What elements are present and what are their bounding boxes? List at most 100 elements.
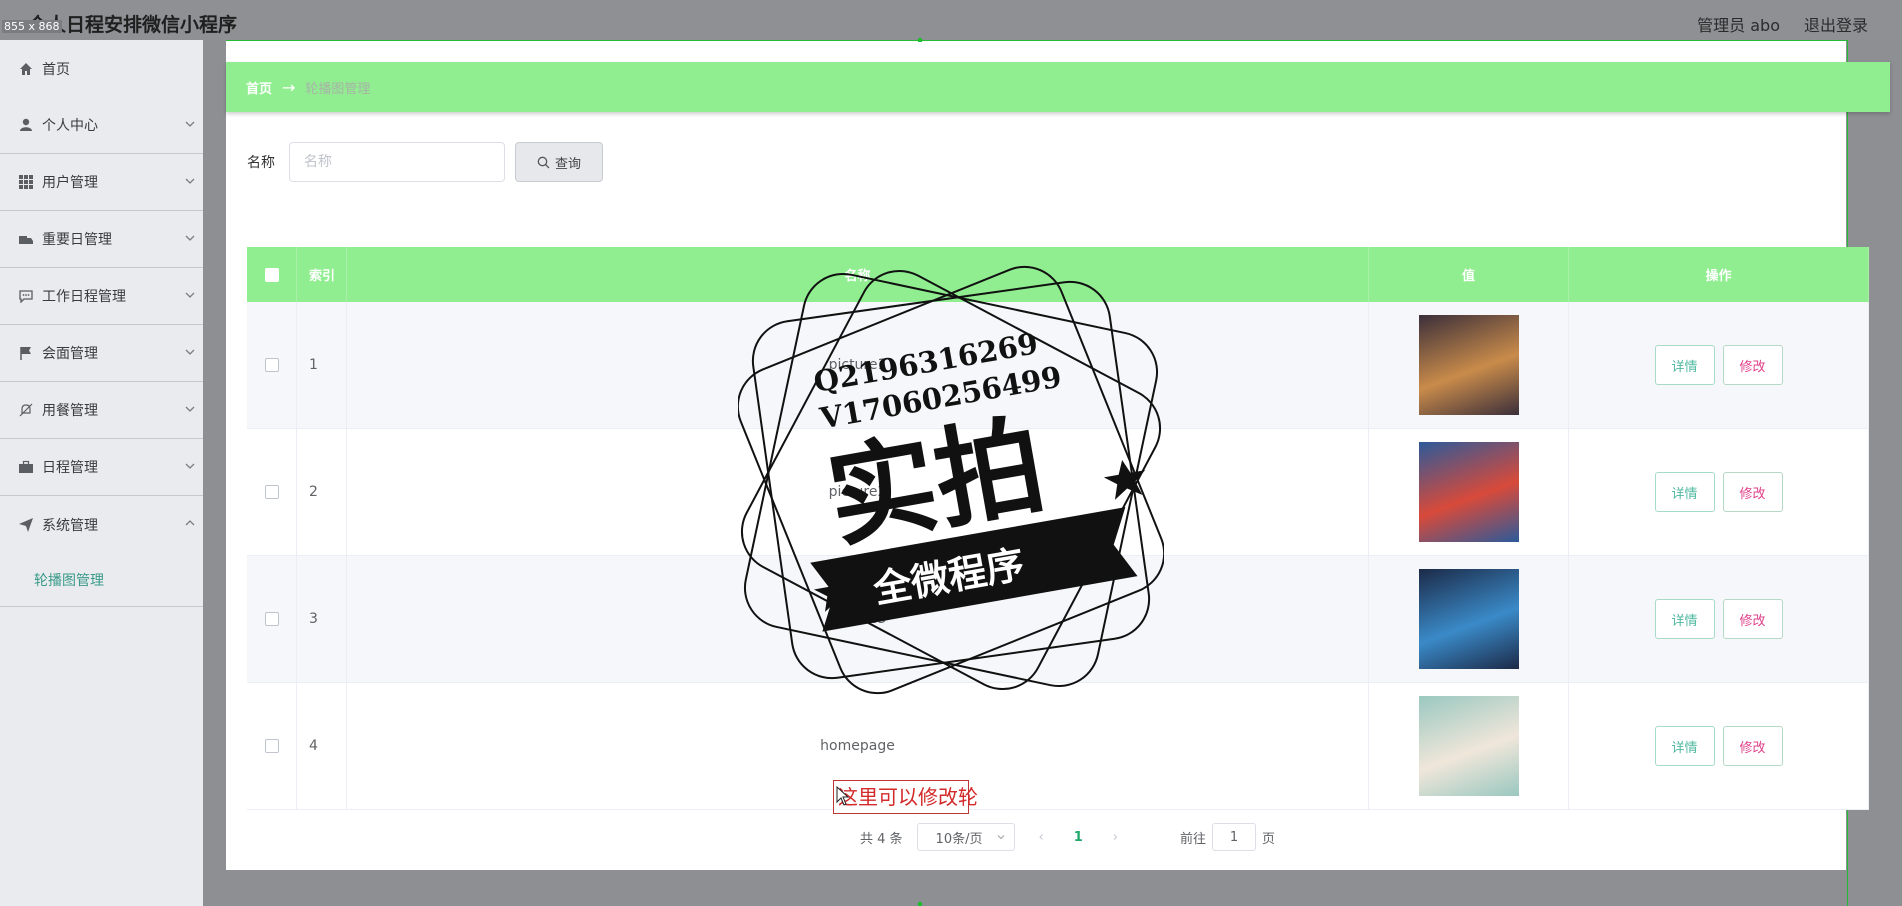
row-checkbox[interactable]	[264, 358, 279, 372]
flag-icon	[18, 345, 34, 361]
row-checkbox[interactable]	[264, 612, 279, 626]
next-page-icon[interactable]: ›	[1113, 830, 1118, 845]
sidebar-item-label: 工作日程管理	[42, 289, 126, 305]
edit-button[interactable]: 修改	[1722, 599, 1783, 639]
pagination: 共 4 条 10条/页 ‹ 1 › 前往 页	[860, 823, 1275, 851]
row-checkbox[interactable]	[264, 485, 279, 499]
detail-button[interactable]: 详情	[1654, 472, 1715, 512]
row-index: 4	[297, 683, 347, 809]
chat-icon	[18, 288, 34, 304]
header-ops: 操作	[1569, 247, 1869, 302]
sidebar-item-label: 个人中心	[42, 118, 98, 134]
detail-button[interactable]: 详情	[1654, 599, 1715, 639]
search-button[interactable]: 查询	[515, 142, 603, 182]
resize-handle[interactable]	[918, 38, 922, 42]
detail-button[interactable]: 详情	[1654, 726, 1715, 766]
search-bar: 名称 查询	[247, 142, 603, 182]
row-index: 2	[297, 429, 347, 555]
sidebar-item-meetings[interactable]: 会面管理	[0, 325, 203, 382]
sidebar-item-label: 首页	[42, 61, 70, 78]
search-input[interactable]	[289, 142, 505, 182]
sidebar-item-system[interactable]: 系统管理	[0, 496, 203, 553]
chevron-down-icon	[185, 463, 195, 469]
edit-button[interactable]: 修改	[1722, 345, 1783, 385]
table-header: 索引 名称 值 操作	[247, 247, 1869, 302]
sidebar-item-home[interactable]: 首页	[0, 40, 203, 97]
search-label: 名称	[247, 155, 275, 171]
briefcase-icon	[18, 459, 34, 475]
sidebar-subitem-label: 轮播图管理	[34, 572, 104, 589]
goto-label: 前往	[1180, 831, 1207, 847]
row-thumbnail[interactable]	[1418, 315, 1519, 415]
sidebar-item-profile[interactable]: 个人中心	[0, 97, 203, 154]
header-name[interactable]: 名称	[347, 247, 1369, 302]
row-thumbnail[interactable]	[1418, 569, 1519, 669]
sidebar-subitem-carousel[interactable]: 轮播图管理	[0, 553, 203, 607]
sidebar-item-label: 重要日管理	[42, 232, 112, 248]
edit-button[interactable]: 修改	[1722, 726, 1783, 766]
breadcrumb-current: 轮播图管理	[305, 81, 371, 97]
breadcrumb: 首页 → 轮播图管理	[226, 62, 1890, 112]
current-user: 管理员 abo	[1697, 16, 1780, 35]
size-tag: 855 x 868	[2, 20, 62, 33]
chevron-down-icon	[185, 349, 195, 355]
current-page[interactable]: 1	[1074, 830, 1083, 845]
header-actions: 管理员 abo 退出登录	[1697, 12, 1868, 36]
sidebar-item-label: 系统管理	[42, 517, 98, 534]
page-size-value: 10条/页	[935, 831, 983, 847]
sidebar-item-dining[interactable]: 用餐管理	[0, 382, 203, 439]
goto-page-input[interactable]	[1212, 823, 1257, 851]
send-icon	[18, 517, 34, 533]
chevron-down-icon	[185, 121, 195, 127]
sidebar: 首页 个人中心 用户管理 重要日管理 工作日程管理 会面管理 用餐管理 日程管理…	[0, 40, 203, 906]
chevron-down-icon	[185, 292, 195, 298]
chevron-down-icon	[185, 406, 195, 412]
table-row: 2 picture2 详情 修改	[247, 429, 1869, 556]
sidebar-item-label: 日程管理	[42, 460, 98, 476]
page-unit-label: 页	[1262, 831, 1276, 847]
row-index: 1	[297, 302, 347, 428]
breadcrumb-arrow: →	[282, 77, 296, 97]
row-name: picture2	[347, 429, 1369, 555]
mouse-cursor-icon	[836, 786, 850, 806]
select-all-checkbox[interactable]	[264, 267, 279, 282]
logout-link[interactable]: 退出登录	[1804, 12, 1868, 36]
row-name: picture1	[347, 302, 1369, 428]
chevron-down-icon	[997, 835, 1004, 840]
header-index: 索引	[297, 247, 347, 302]
header-value[interactable]: 值	[1369, 247, 1569, 302]
truck-icon	[18, 231, 34, 247]
page-size-select[interactable]: 10条/页	[916, 823, 1015, 851]
chevron-up-icon	[185, 520, 195, 526]
sidebar-item-schedule[interactable]: 日程管理	[0, 439, 203, 496]
chevron-down-icon	[185, 235, 195, 241]
detail-button[interactable]: 详情	[1654, 345, 1715, 385]
select-all-cell	[247, 247, 297, 302]
search-button-label: 查询	[554, 156, 581, 172]
sidebar-item-users[interactable]: 用户管理	[0, 154, 203, 211]
carousel-table: 索引 名称 值 操作 1 picture1 详情 修改 2 picture2 详…	[247, 247, 1869, 810]
resize-handle[interactable]	[918, 902, 922, 906]
table-row: 3 picture3 详情 修改	[247, 556, 1869, 683]
row-thumbnail[interactable]	[1418, 442, 1519, 542]
sidebar-item-label: 用户管理	[42, 175, 98, 191]
edit-button[interactable]: 修改	[1722, 472, 1783, 512]
user-icon	[18, 117, 34, 133]
row-checkbox[interactable]	[264, 739, 279, 753]
row-name: picture3	[347, 556, 1369, 682]
annotation-tooltip: 这里可以修改轮	[833, 780, 978, 814]
breadcrumb-home[interactable]: 首页	[246, 78, 272, 97]
table-row: 1 picture1 详情 修改	[247, 302, 1869, 429]
table-row: 4 homepage 详情 修改	[247, 683, 1869, 810]
sidebar-item-work-schedule[interactable]: 工作日程管理	[0, 268, 203, 325]
sidebar-item-important-days[interactable]: 重要日管理	[0, 211, 203, 268]
grid-icon	[18, 174, 34, 190]
prev-page-icon[interactable]: ‹	[1039, 830, 1044, 845]
pager-total: 共 4 条	[860, 831, 903, 847]
bell-off-icon	[18, 402, 34, 418]
sidebar-item-label: 会面管理	[42, 346, 98, 362]
chevron-down-icon	[185, 178, 195, 184]
sidebar-item-label: 用餐管理	[42, 403, 98, 419]
row-thumbnail[interactable]	[1418, 696, 1519, 796]
search-icon	[537, 156, 550, 168]
